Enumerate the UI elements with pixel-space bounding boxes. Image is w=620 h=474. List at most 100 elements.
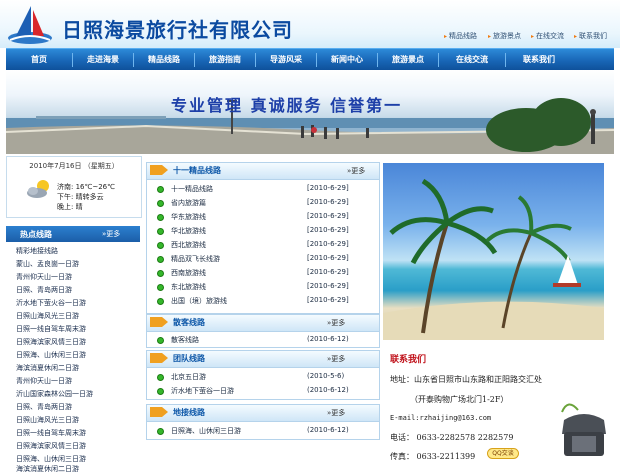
list-item[interactable]: 沂山国家森林公园一日游 [16,389,93,399]
route-link[interactable]: 十一精品线路 [171,184,213,194]
nav-contact[interactable]: 联系我们 [506,49,572,71]
arrow-badge-icon [150,165,168,175]
weather-evening: 晚上: 晴 [57,203,83,211]
route-link[interactable]: 北京五日游 [171,372,206,382]
list-item[interactable]: 日照山海风光三日游 [16,311,79,321]
individual-routes-header: 散客线路 »更多 [146,314,380,332]
more-label: 更多 [331,319,346,327]
list-item[interactable]: 日照海滨家风情三日游 [16,337,86,347]
individual-routes-title: 散客线路 [173,318,205,327]
route-link[interactable]: 省内旅游篇 [171,198,206,208]
list-item[interactable]: 日照山海风光三日游 [16,415,79,425]
local-routes-title: 地接线路 [173,408,205,417]
more-label: 更多 [331,409,346,417]
list-item[interactable]: 精彩地接线路 [16,246,58,256]
route-date: (2010-5-6) [307,372,345,380]
arrow-icon: ▸ [488,33,492,40]
list-item[interactable]: 日照、青岛两日游 [16,285,72,295]
nav-routes[interactable]: 精品线路 [134,49,194,71]
bullet-icon [157,228,164,235]
nav-news[interactable]: 新闻中心 [317,49,377,71]
bullet-icon [157,428,164,435]
route-link[interactable]: 西北旅游线 [171,240,206,250]
list-item[interactable]: 日照、青岛两日游 [16,402,72,412]
route-date: [2010-6-29] [307,226,349,234]
arrow-icon: ▸ [444,33,448,40]
list-item[interactable]: 青州仰天山一日游 [16,376,72,386]
nav-chat[interactable]: 在线交流 [439,49,505,71]
site-name: 日照海景旅行社有限公司 [62,18,293,42]
individual-more-link[interactable]: »更多 [327,318,345,328]
top10-routes-header: 十一精品线路 »更多 [146,162,380,180]
nav-attractions[interactable]: 旅游景点 [378,49,438,71]
nav-tour-guides[interactable]: 导游风采 [256,49,316,71]
list-item[interactable]: 海滨消夏休闲二日游 [16,363,79,373]
group-routes-title: 团队线路 [173,354,205,363]
nav-guide[interactable]: 旅游指南 [195,49,255,71]
banner-image: 专业管理 真诚服务 信誉第一 [6,70,614,154]
banner-slogan: 专业管理 真诚服务 信誉第一 [171,96,403,115]
route-link[interactable]: 华东旅游线 [171,212,206,222]
more-label: 更多 [106,230,121,238]
list-item[interactable]: 日照一线自驾车周末游 [16,324,86,334]
bullet-icon [157,270,164,277]
sailboat-logo-icon [8,6,52,44]
route-link[interactable]: 日照海、山休闲三日游 [171,426,241,436]
list-item[interactable]: 日照海滨家风情三日游 [16,441,86,451]
bullet-icon [157,186,164,193]
route-date: [2010-6-29] [307,296,349,304]
cloud-sun-icon [27,180,49,198]
contact-fax: 传真： 0633-2211399 [390,452,476,461]
site-header: 日照海景旅行社有限公司 ▸ 精品线路 ▸ 旅游景点 ▸ 在线交流 ▸ 联系我们 [0,0,620,48]
route-date: (2010-6-12) [307,426,349,434]
list-item[interactable]: 蒙山、孟良崮一日游 [16,259,79,269]
route-date: [2010-6-29] [307,184,349,192]
route-date: [2010-6-29] [307,254,349,262]
palm-beach-illustration [383,178,604,340]
bullet-icon [157,298,164,305]
list-item[interactable]: 日照一线自驾车周末游 [16,428,86,438]
route-link[interactable]: 东北旅游线 [171,282,206,292]
route-link[interactable]: 精品双飞长线游 [171,254,220,264]
route-link[interactable]: 沂水地下萤谷一日游 [171,386,234,396]
route-link[interactable]: 出国（境）旅游线 [171,296,227,306]
arrow-badge-icon [150,353,168,363]
nav-home[interactable]: 首页 [6,49,72,71]
main-nav: 首页 走进海景 精品线路 旅游指南 导游风采 新闻中心 旅游景点 在线交流 联系… [6,48,614,71]
weather-afternoon: 下午: 晴转多云 [57,193,104,201]
list-item[interactable]: 日照海、山休闲三日游 [16,350,86,360]
bullet-icon [157,374,164,381]
toplink-chat[interactable]: ▸ 在线交流 [531,31,564,41]
contact-email[interactable]: E-mail:rzhaijing@163.com [390,414,491,422]
list-item[interactable]: 沂水地下萤火谷一日游 [16,298,86,308]
bullet-icon [157,214,164,221]
qq-chat-button[interactable]: QQ交谈 [487,448,519,459]
route-link[interactable]: 西南旅游线 [171,268,206,278]
bullet-icon [157,200,164,207]
toplink-routes[interactable]: ▸ 精品线路 [444,31,477,41]
route-link[interactable]: 华北旅游线 [171,226,206,236]
list-item[interactable]: 青州仰天山一日游 [16,272,72,282]
route-date: [2010-6-29] [307,198,349,206]
arrow-badge-icon [150,407,168,417]
route-link[interactable]: 散客线路 [171,335,199,345]
toplink-label: 联系我们 [579,32,608,40]
hot-routes-more-link[interactable]: »更多 [102,229,120,239]
bullet-icon [157,242,164,249]
route-date: [2010-6-29] [307,282,349,290]
list-item[interactable]: 日照海、山休闲三日游 [16,454,86,464]
local-more-link[interactable]: »更多 [327,408,345,418]
route-date: (2010-6-12) [307,335,349,343]
hot-routes-title: 热点线路 [20,230,52,239]
bullet-icon [157,388,164,395]
local-routes-header: 地接线路 »更多 [146,404,380,422]
hot-routes-header: 热点线路 »更多 [6,226,140,242]
group-more-link[interactable]: »更多 [327,354,345,364]
nav-about[interactable]: 走进海景 [73,49,133,71]
toplink-label: 旅游景点 [493,32,522,40]
toplink-contact[interactable]: ▸ 联系我们 [574,31,607,41]
bullet-icon [157,256,164,263]
toplink-attractions[interactable]: ▸ 旅游景点 [488,31,521,41]
top10-more-link[interactable]: »更多 [347,166,365,176]
bullet-icon [157,337,164,344]
